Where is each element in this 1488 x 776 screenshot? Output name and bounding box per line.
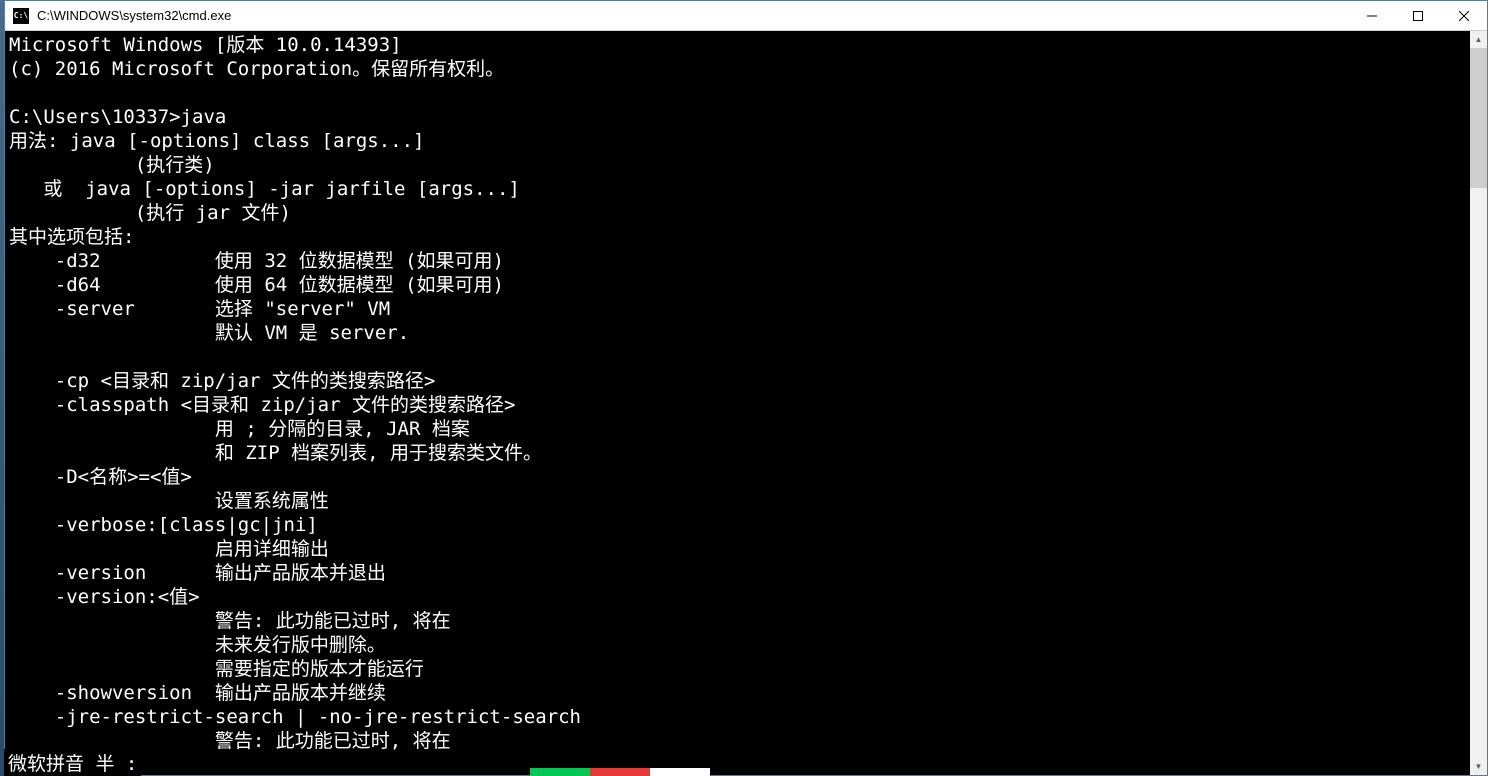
window-title: C:\WINDOWS\system32\cmd.exe [37, 8, 1349, 23]
ime-status-bar: 微软拼音 半 : [4, 749, 141, 776]
cmd-icon: C:\ [13, 8, 29, 24]
scrollbar-up-arrow[interactable]: ▲ [1470, 31, 1487, 48]
cmd-window: C:\ C:\WINDOWS\system32\cmd.exe Microsof… [4, 0, 1488, 776]
maximize-button[interactable] [1395, 1, 1441, 31]
scrollbar-track[interactable] [1470, 48, 1487, 758]
close-button[interactable] [1441, 1, 1487, 31]
scrollbar-down-arrow[interactable]: ▼ [1470, 758, 1487, 775]
scrollbar-thumb[interactable] [1470, 48, 1487, 188]
taskbar-app-red[interactable] [590, 768, 650, 776]
taskbar-app-green[interactable] [530, 768, 590, 776]
taskbar-app-white[interactable] [650, 768, 710, 776]
window-controls [1349, 1, 1487, 31]
terminal-container: Microsoft Windows [版本 10.0.14393] (c) 20… [5, 31, 1487, 775]
minimize-button[interactable] [1349, 1, 1395, 31]
vertical-scrollbar[interactable]: ▲ ▼ [1470, 31, 1487, 775]
terminal-output[interactable]: Microsoft Windows [版本 10.0.14393] (c) 20… [5, 31, 1470, 775]
taskbar-peek [530, 768, 710, 776]
titlebar[interactable]: C:\ C:\WINDOWS\system32\cmd.exe [5, 1, 1487, 31]
